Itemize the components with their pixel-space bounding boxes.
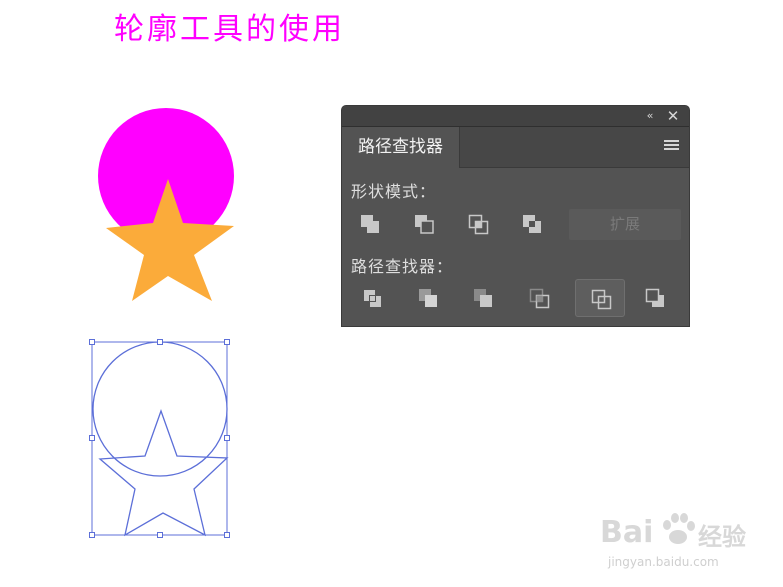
baidu-watermark: Bai 经验 jingyan.baidu.com xyxy=(600,505,770,575)
panel-menu-icon[interactable] xyxy=(664,140,679,152)
selection-bounding-box xyxy=(91,341,228,536)
outlined-group[interactable] xyxy=(89,339,230,538)
watermark-brand-left: Bai xyxy=(600,515,654,550)
watermark-url: jingyan.baidu.com xyxy=(608,555,719,569)
panel-tab-strip: 路径查找器 xyxy=(342,127,689,168)
outline-star xyxy=(98,409,229,537)
pathfinders-label: 路径查找器： xyxy=(351,257,454,276)
tab-pathfinder[interactable]: 路径查找器 xyxy=(342,127,460,168)
minus-front-icon[interactable] xyxy=(406,207,442,241)
outline-icon[interactable] xyxy=(575,279,625,317)
unite-icon[interactable] xyxy=(352,207,388,241)
collapse-icon[interactable]: ‹‹ xyxy=(641,107,657,125)
divide-icon[interactable] xyxy=(354,281,390,315)
panel-titlebar[interactable]: ‹‹ ✕ xyxy=(342,106,689,127)
exclude-icon[interactable] xyxy=(514,207,550,241)
crop-icon[interactable] xyxy=(521,281,557,315)
outline-circle xyxy=(92,341,228,477)
pathfinder-panel: ‹‹ ✕ 路径查找器 形状模式： 扩展 路径查找器： xyxy=(341,105,690,327)
watermark-brand-right: 经验 xyxy=(698,523,746,551)
selection-handles[interactable] xyxy=(89,339,230,538)
merge-icon[interactable] xyxy=(465,281,501,315)
minus-back-icon[interactable] xyxy=(637,281,673,315)
shape-modes-label: 形状模式： xyxy=(351,182,437,201)
intersect-icon[interactable] xyxy=(460,207,496,241)
close-icon[interactable]: ✕ xyxy=(665,107,681,125)
expand-button[interactable]: 扩展 xyxy=(569,209,681,240)
trim-icon[interactable] xyxy=(410,281,446,315)
paw-icon xyxy=(663,513,695,544)
